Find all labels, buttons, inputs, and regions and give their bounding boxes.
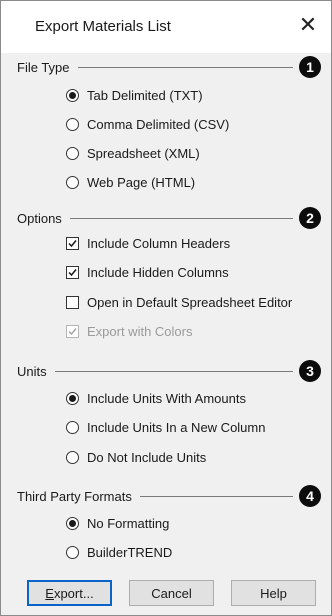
title-bar: Export Materials List ✕ — [1, 1, 331, 53]
checkbox-label: Include Hidden Columns — [87, 265, 229, 280]
separator-line — [54, 370, 293, 372]
radio-label: Include Units With Amounts — [87, 391, 246, 406]
export-label: xport... — [53, 585, 94, 601]
checkbox-checked-disabled — [66, 325, 79, 338]
radio-no-formatting[interactable]: No Formatting — [66, 516, 169, 531]
units-label: Units — [17, 363, 47, 379]
export-mnemonic: E — [45, 585, 54, 601]
callout-badge-2: 2 — [299, 207, 321, 229]
radio-label: No Formatting — [87, 516, 170, 531]
checkbox-include-hidden-columns[interactable]: Include Hidden Columns — [66, 265, 229, 280]
checkbox-open-in-default-editor[interactable]: Open in Default Spreadsheet Editor — [66, 295, 292, 310]
radio-label: BuilderTREND — [87, 545, 173, 560]
radio-button-selected[interactable] — [66, 517, 79, 530]
file-type-label: File Type — [17, 59, 70, 75]
radio-button-selected[interactable] — [66, 89, 79, 102]
separator-line — [139, 495, 293, 497]
radio-button[interactable] — [66, 451, 79, 464]
radio-include-units-with-amounts[interactable]: Include Units With Amounts — [66, 391, 246, 406]
radio-button[interactable] — [66, 546, 79, 559]
radio-label: Web Page (HTML) — [87, 175, 196, 190]
callout-badge-1: 1 — [299, 56, 321, 78]
options-label: Options — [17, 210, 62, 226]
callout-badge-3: 3 — [299, 360, 321, 382]
checkbox-label: Export with Colors — [87, 324, 193, 339]
export-button[interactable]: Export... — [27, 580, 112, 606]
checkbox-checked[interactable] — [66, 237, 79, 250]
radio-button[interactable] — [66, 118, 79, 131]
radio-label: Comma Delimited (CSV) — [87, 117, 230, 132]
radio-do-not-include-units[interactable]: Do Not Include Units — [66, 450, 206, 465]
radio-button-selected[interactable] — [66, 392, 79, 405]
export-materials-dialog: Export Materials List ✕ File Type 1 Tab … — [0, 0, 332, 616]
radio-button[interactable] — [66, 421, 79, 434]
close-icon[interactable]: ✕ — [297, 14, 319, 36]
radio-web-page[interactable]: Web Page (HTML) — [66, 175, 195, 190]
cancel-button[interactable]: Cancel — [129, 580, 214, 606]
third-party-label: Third Party Formats — [17, 488, 132, 504]
separator-line — [69, 217, 293, 219]
help-button[interactable]: Help — [231, 580, 316, 606]
radio-include-units-new-column[interactable]: Include Units In a New Column — [66, 420, 265, 435]
radio-label: Include Units In a New Column — [87, 420, 266, 435]
radio-label: Do Not Include Units — [87, 450, 207, 465]
checkbox-checked[interactable] — [66, 266, 79, 279]
third-party-group-header: Third Party Formats — [17, 485, 293, 507]
radio-button[interactable] — [66, 176, 79, 189]
callout-badge-4: 4 — [299, 485, 321, 507]
checkbox-include-column-headers[interactable]: Include Column Headers — [66, 236, 230, 251]
units-group-header: Units — [17, 360, 293, 382]
file-type-group-header: File Type — [17, 56, 293, 78]
radio-button[interactable] — [66, 147, 79, 160]
radio-buildertrend[interactable]: BuilderTREND — [66, 545, 172, 560]
radio-label: Spreadsheet (XML) — [87, 146, 200, 161]
separator-line — [77, 66, 293, 68]
checkbox-label: Open in Default Spreadsheet Editor — [87, 295, 293, 310]
radio-label: Tab Delimited (TXT) — [87, 88, 203, 103]
radio-comma-delimited[interactable]: Comma Delimited (CSV) — [66, 117, 229, 132]
radio-spreadsheet[interactable]: Spreadsheet (XML) — [66, 146, 200, 161]
checkbox-export-with-colors: Export with Colors — [66, 324, 192, 339]
checkbox-label: Include Column Headers — [87, 236, 231, 251]
radio-tab-delimited[interactable]: Tab Delimited (TXT) — [66, 88, 203, 103]
options-group-header: Options — [17, 207, 293, 229]
checkbox-unchecked[interactable] — [66, 296, 79, 309]
dialog-title: Export Materials List — [35, 18, 171, 35]
